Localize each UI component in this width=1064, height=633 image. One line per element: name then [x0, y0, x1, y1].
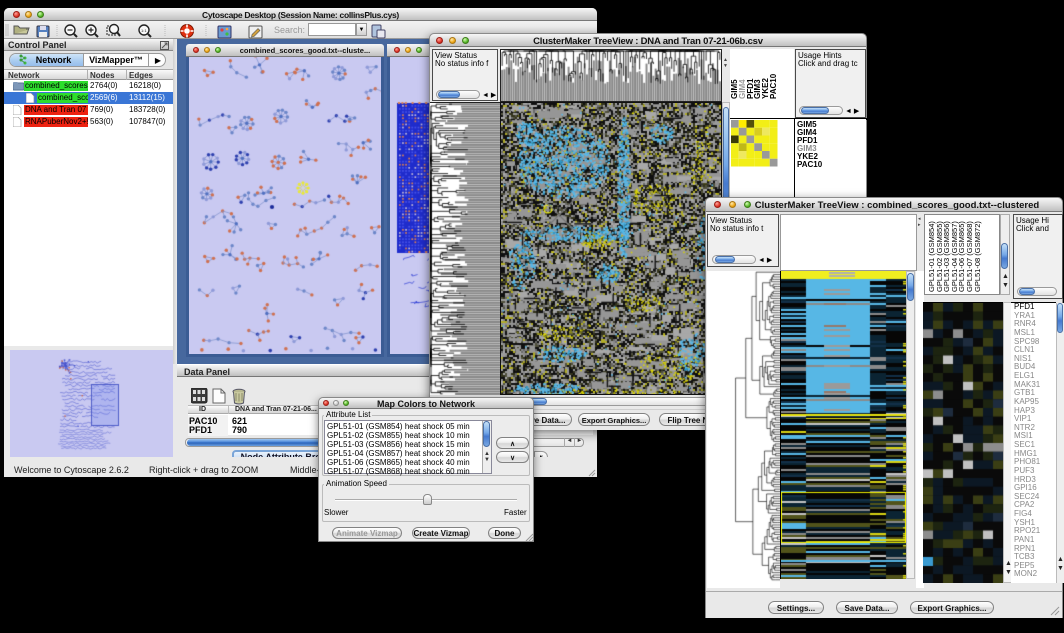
- svg-text:1:1: 1:1: [141, 28, 147, 33]
